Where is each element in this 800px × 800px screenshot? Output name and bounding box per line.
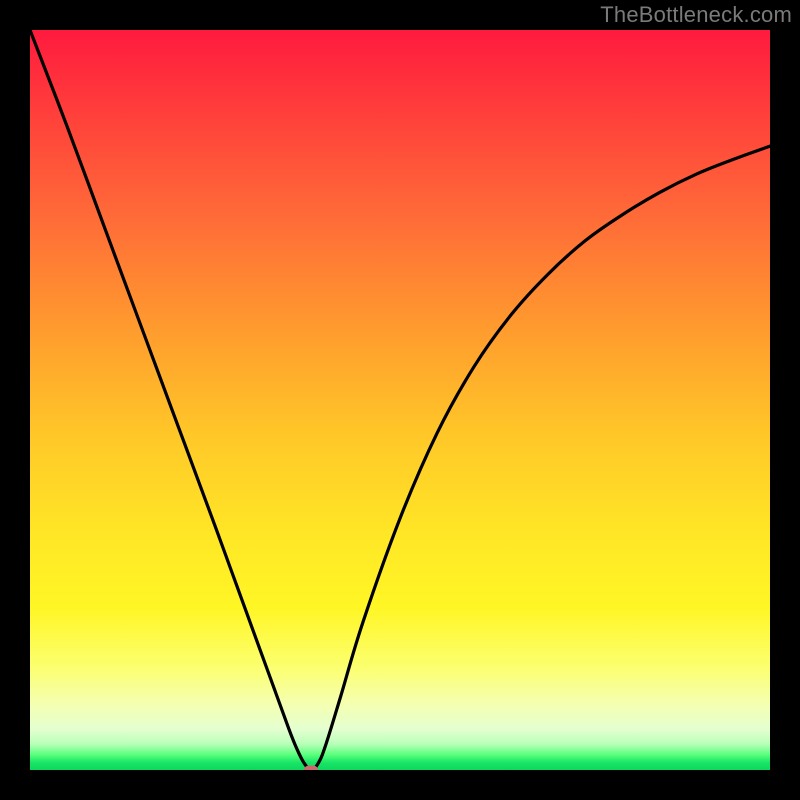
bottleneck-curve — [30, 30, 770, 770]
curve-svg — [30, 30, 770, 770]
plot-area — [30, 30, 770, 770]
watermark-text: TheBottleneck.com — [600, 2, 792, 28]
chart-frame: TheBottleneck.com — [0, 0, 800, 800]
optimum-marker — [304, 766, 318, 771]
